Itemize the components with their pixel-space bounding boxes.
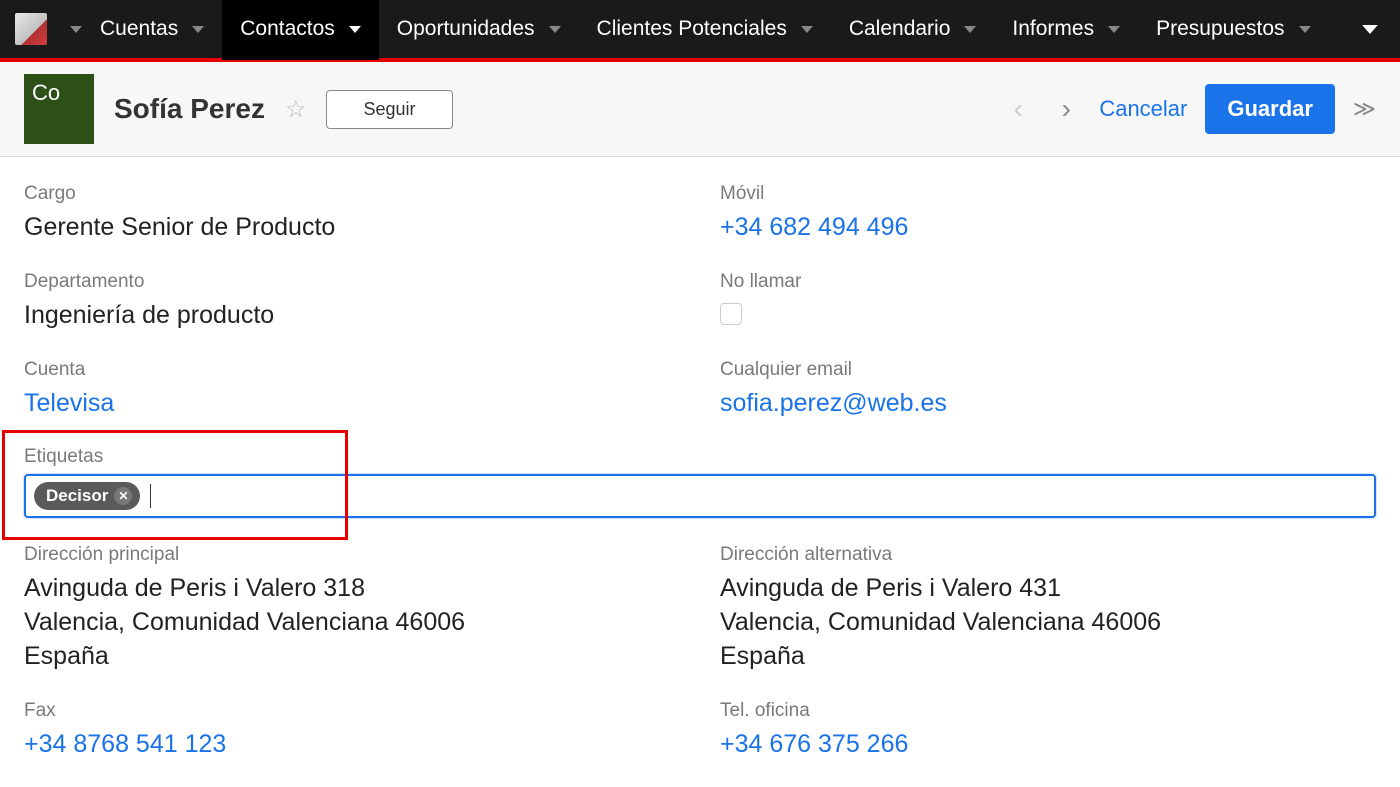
follow-button[interactable]: Seguir <box>326 90 452 129</box>
field-cualquier-email[interactable]: Cualquier email sofia.perez@web.es <box>720 359 1376 421</box>
nav-overflow[interactable] <box>1364 26 1400 33</box>
field-value: Ingeniería de producto <box>24 299 680 333</box>
field-label: Tel. oficina <box>720 700 1376 722</box>
field-value: Gerente Senior de Producto <box>24 211 680 245</box>
nav-label: Contactos <box>240 17 335 41</box>
nav-item-presupuestos[interactable]: Presupuestos <box>1138 0 1328 60</box>
save-button[interactable]: Guardar <box>1205 84 1335 134</box>
nav-item-oportunidades[interactable]: Oportunidades <box>379 0 579 60</box>
field-value-link[interactable]: Televisa <box>24 387 680 421</box>
field-departamento[interactable]: Departamento Ingeniería de producto <box>24 271 680 333</box>
field-value-link[interactable]: +34 676 375 266 <box>720 728 1376 762</box>
nav-item-informes[interactable]: Informes <box>994 0 1138 60</box>
field-label: Cualquier email <box>720 359 1376 381</box>
address-line: Valencia, Comunidad Valenciana 46006 <box>720 606 1376 640</box>
top-navigation: Cuentas Contactos Oportunidades Clientes… <box>0 0 1400 62</box>
app-logo[interactable] <box>0 0 62 60</box>
address-line: España <box>720 640 1376 674</box>
field-label: Etiquetas <box>24 446 1376 468</box>
tag-remove-icon[interactable]: ✕ <box>114 487 132 505</box>
checkbox-unchecked[interactable] <box>720 303 742 325</box>
address-line: Valencia, Comunidad Valenciana 46006 <box>24 606 680 640</box>
nav-item-cuentas[interactable]: Cuentas <box>82 0 222 60</box>
tag-label: Decisor <box>46 486 108 506</box>
prev-record-chevron[interactable]: ‹ <box>1003 93 1033 125</box>
address-line: Avinguda de Peris i Valero 318 <box>24 572 680 606</box>
address-line: Avinguda de Peris i Valero 431 <box>720 572 1376 606</box>
nav-label: Clientes Potenciales <box>597 17 787 41</box>
nav-label: Informes <box>1012 17 1094 41</box>
field-label: Cargo <box>24 183 680 205</box>
nav-item-contactos[interactable]: Contactos <box>222 0 379 60</box>
field-label: Departamento <box>24 271 680 293</box>
field-value: Avinguda de Peris i Valero 431 Valencia,… <box>720 572 1376 673</box>
field-no-llamar[interactable]: No llamar <box>720 271 1376 333</box>
field-label: Dirección principal <box>24 544 680 566</box>
nav-item-clientes-potenciales[interactable]: Clientes Potenciales <box>579 0 831 60</box>
nav-label: Oportunidades <box>397 17 535 41</box>
tag-chip: Decisor ✕ <box>34 482 140 510</box>
avatar: Co <box>24 74 94 144</box>
nav-label: Presupuestos <box>1156 17 1284 41</box>
avatar-initials: Co <box>32 80 60 106</box>
field-label: Cuenta <box>24 359 680 381</box>
detail-form: Cargo Gerente Senior de Producto Móvil +… <box>0 157 1400 787</box>
field-direccion-alternativa[interactable]: Dirección alternativa Avinguda de Peris … <box>720 544 1376 673</box>
cancel-button[interactable]: Cancelar <box>1099 96 1187 122</box>
field-label: No llamar <box>720 271 1376 293</box>
field-label: Dirección alternativa <box>720 544 1376 566</box>
chevron-down-icon <box>801 26 813 33</box>
field-label: Fax <box>24 700 680 722</box>
field-direccion-principal[interactable]: Dirección principal Avinguda de Peris i … <box>24 544 680 673</box>
chevron-down-icon <box>1362 24 1378 33</box>
next-record-chevron[interactable]: › <box>1051 93 1081 125</box>
field-value-link[interactable]: sofia.perez@web.es <box>720 387 1376 421</box>
chevron-down-icon <box>192 26 204 33</box>
field-etiquetas[interactable]: Etiquetas Decisor ✕ <box>24 446 1376 518</box>
chevron-down-icon <box>549 26 561 33</box>
field-value-link[interactable]: +34 8768 541 123 <box>24 728 680 762</box>
field-cuenta[interactable]: Cuenta Televisa <box>24 359 680 421</box>
field-label: Móvil <box>720 183 1376 205</box>
nav-label: Cuentas <box>100 17 178 41</box>
favorite-star-icon[interactable]: ☆ <box>285 95 307 124</box>
chevron-down-icon <box>1299 26 1311 33</box>
tags-input[interactable]: Decisor ✕ <box>24 474 1376 518</box>
chevron-down-icon <box>349 26 361 33</box>
logo-dropdown-caret[interactable] <box>70 26 82 33</box>
nav-item-calendario[interactable]: Calendario <box>831 0 995 60</box>
record-name: Sofía Perez <box>114 93 265 125</box>
chevron-down-icon <box>964 26 976 33</box>
field-movil[interactable]: Móvil +34 682 494 496 <box>720 183 1376 245</box>
text-cursor <box>150 484 151 508</box>
chevron-down-icon <box>1108 26 1120 33</box>
address-line: España <box>24 640 680 674</box>
field-tel-oficina[interactable]: Tel. oficina +34 676 375 266 <box>720 700 1376 762</box>
field-cargo[interactable]: Cargo Gerente Senior de Producto <box>24 183 680 245</box>
cube-icon <box>15 13 47 45</box>
record-header: Co Sofía Perez ☆ Seguir ‹ › Cancelar Gua… <box>0 62 1400 157</box>
field-value: Avinguda de Peris i Valero 318 Valencia,… <box>24 572 680 673</box>
field-value-link[interactable]: +34 682 494 496 <box>720 211 1376 245</box>
more-actions-icon[interactable]: ≫ <box>1353 96 1376 122</box>
field-fax[interactable]: Fax +34 8768 541 123 <box>24 700 680 762</box>
nav-label: Calendario <box>849 17 951 41</box>
header-actions: ‹ › Cancelar Guardar ≫ <box>1003 84 1376 134</box>
